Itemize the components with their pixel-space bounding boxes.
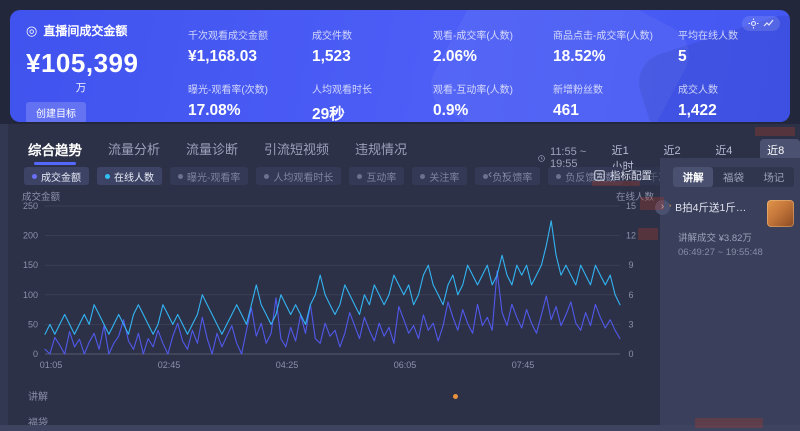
chip-dot: [105, 174, 110, 179]
gmv-summary-block: ◎ 直播间成交金额 ¥105,399 万 创建目标: [26, 22, 182, 122]
create-goal-button[interactable]: 创建目标: [26, 102, 86, 122]
metric-cell: 新增粉丝数461: [553, 81, 678, 122]
gmv-unit: 万: [26, 80, 136, 95]
config-icon: [594, 170, 605, 181]
metric-cell: 人均观看时长29秒: [312, 81, 433, 122]
svg-text:07:45: 07:45: [512, 360, 535, 370]
metric-cell: 商品点击-成交率(人数)18.52%: [553, 27, 678, 66]
annotation-mark: [638, 228, 658, 240]
annotation-mark: [592, 181, 640, 186]
bottom-scroll-strip[interactable]: [0, 425, 800, 431]
svg-text:9: 9: [628, 260, 633, 270]
svg-text:3: 3: [628, 319, 633, 329]
card-action-icons: [742, 16, 780, 31]
chip-exposure-view-rate[interactable]: 曝光-观看率: [170, 167, 248, 185]
trend-chart-svg: 0 50 100 150 200 250 0 3 6 9 12 15 01:05 02:45 04:25 06…: [0, 198, 655, 376]
svg-text:15: 15: [626, 201, 636, 211]
panel-tab-log[interactable]: 场记: [754, 167, 794, 187]
tab-short-video[interactable]: 引流短视频: [264, 139, 329, 165]
live-analytics-dashboard: ◎ 直播间成交金额 ¥105,399 万 创建目标 千次观看成交金额¥1,168…: [0, 0, 800, 431]
tab-violations[interactable]: 违规情况: [355, 139, 407, 165]
chip-follow-rate[interactable]: 关注率: [412, 167, 467, 185]
metric-cell: 成交件数1,523: [312, 27, 433, 66]
svg-text:250: 250: [23, 201, 38, 211]
section-tabs: 综合趋势 流量分析 流量诊断 引流短视频 违规情况: [28, 139, 407, 165]
chip-gmv[interactable]: 成交金额: [24, 167, 89, 185]
chip-dot: [357, 174, 362, 179]
gmv-title: 直播间成交金额: [43, 22, 127, 39]
gmv-amount: ¥105,399: [26, 48, 182, 79]
explain-event-marker[interactable]: [453, 394, 458, 399]
chevron-right-icon[interactable]: ›: [502, 167, 506, 181]
panel-tab-lucky-bag[interactable]: 福袋: [713, 167, 753, 187]
panel-tabs: 讲解 福袋 场记: [673, 167, 794, 187]
svg-text:06:05: 06:05: [394, 360, 417, 370]
tab-traffic-analysis[interactable]: 流量分析: [108, 139, 160, 165]
chip-interaction-rate[interactable]: 互动率: [349, 167, 404, 185]
svg-text:150: 150: [23, 260, 38, 270]
explain-side-panel: 讲解 福袋 场记 • B拍4斤送1斤共35-4... 讲解成交 ¥3.82万 0…: [660, 158, 800, 425]
svg-text:01:05: 01:05: [40, 360, 63, 370]
metric-cell: 观看-成交率(人数)2.06%: [433, 27, 553, 66]
tab-traffic-diagnosis[interactable]: 流量诊断: [186, 139, 238, 165]
chip-dot: [178, 174, 183, 179]
svg-text:50: 50: [28, 319, 38, 329]
product-thumbnail[interactable]: [767, 200, 794, 227]
metric-grid: 千次观看成交金额¥1,168.03 成交件数1,523 观看-成交率(人数)2.…: [188, 27, 778, 122]
metric-cell: 平均在线人数5: [678, 27, 778, 66]
kpi-header-card: ◎ 直播间成交金额 ¥105,399 万 创建目标 千次观看成交金额¥1,168…: [10, 10, 790, 122]
metric-cell: 曝光-观看率(次数)17.08%: [188, 81, 312, 122]
svg-text:0: 0: [628, 349, 633, 359]
clock-icon: [538, 153, 545, 164]
metric-cell: 成交人数1,422: [678, 81, 778, 122]
chip-avg-watch-time[interactable]: 人均观看时长: [256, 167, 341, 185]
product-title: B拍4斤送1斤共35-4...: [675, 200, 753, 215]
trend-chart: 0 50 100 150 200 250 0 3 6 9 12 15 01:05 02:45 04:25 06…: [0, 198, 655, 376]
chip-online-users[interactable]: 在线人数: [97, 167, 162, 185]
chip-dot: [32, 174, 37, 179]
svg-text:0: 0: [33, 349, 38, 359]
explain-time-range: 06:49:27 ~ 19:55:48: [678, 247, 794, 258]
track-label-explain: 讲解: [28, 388, 48, 403]
chevron-left-icon[interactable]: ‹: [488, 167, 492, 181]
tab-overall-trend[interactable]: 综合趋势: [28, 139, 82, 165]
metric-cell: 千次观看成交金额¥1,168.03: [188, 27, 312, 66]
svg-text:6: 6: [628, 290, 633, 300]
annotation-mark: [695, 418, 763, 428]
panel-tab-explain[interactable]: 讲解: [673, 167, 713, 187]
annotation-mark: [640, 197, 664, 210]
trend-icon[interactable]: [763, 18, 774, 29]
svg-text:100: 100: [23, 290, 38, 300]
chip-negative-feedback-rate[interactable]: 负反馈率: [475, 167, 540, 185]
svg-text:02:45: 02:45: [158, 360, 181, 370]
svg-text:12: 12: [626, 231, 636, 241]
chip-dot: [420, 174, 425, 179]
metric-cell: 观看-互动率(人数)0.9%: [433, 81, 553, 122]
gear-icon[interactable]: [748, 18, 759, 29]
svg-text:200: 200: [23, 231, 38, 241]
explain-list-item[interactable]: • B拍4斤送1斤共35-4... 讲解成交 ¥3.82万 06:49:27 ~…: [668, 200, 794, 258]
chip-pagination: ‹ ›: [488, 167, 506, 181]
chip-dot: [264, 174, 269, 179]
chip-dot: [556, 174, 561, 179]
svg-text:04:25: 04:25: [276, 360, 299, 370]
target-icon: ◎: [26, 24, 37, 37]
explain-deal-amount: 讲解成交 ¥3.82万: [678, 230, 794, 244]
annotation-mark: [755, 127, 795, 136]
